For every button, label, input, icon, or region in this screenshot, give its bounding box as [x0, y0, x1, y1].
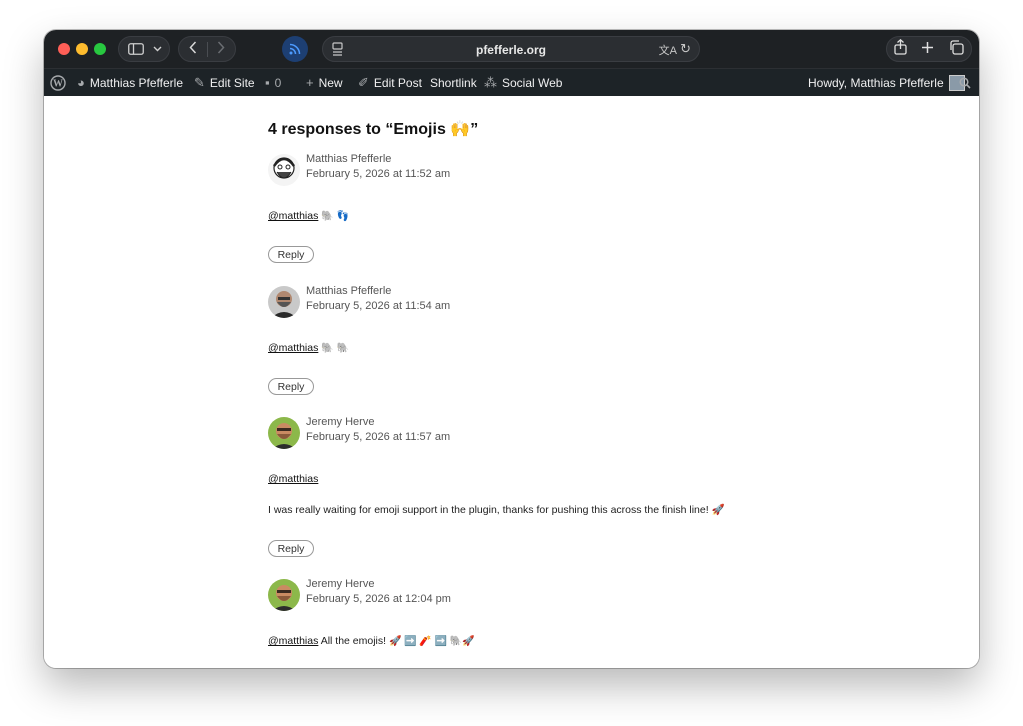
howdy-label: Howdy, Matthias Pfefferle [808, 75, 944, 90]
edit-post-label: Edit Post [373, 75, 422, 90]
new-content-menu[interactable]: + New [306, 69, 343, 96]
dashboard-gauge-icon: ◕ [77, 75, 85, 90]
comment-emojis: 🚀 ➡️ 🧨 ➡️ 🐘🚀 [388, 635, 475, 647]
page-content: 4 responses to “Emojis 🙌” Matthias Pfeff… [44, 96, 979, 668]
social-web-label: Social Web [502, 75, 563, 90]
comment-date[interactable]: February 5, 2026 at 11:54 am [306, 300, 450, 312]
divider [207, 42, 208, 57]
comment-author[interactable]: Matthias Pfefferle [306, 153, 391, 165]
search-icon [959, 76, 971, 89]
translate-icon[interactable]: 文A [659, 42, 677, 58]
edit-site-label: Edit Site [209, 75, 255, 90]
url-text: pfefferle.org [475, 43, 546, 57]
comment-bubble-icon: ▪ [265, 75, 270, 90]
comments-count: 0 [274, 75, 282, 90]
mention-link[interactable]: @matthias [268, 342, 318, 354]
back-button[interactable] [179, 40, 207, 58]
wordpress-admin-bar: W ◕ Matthias Pfefferle ✎ Edit Site ▪ 0 +… [44, 69, 979, 96]
mention-link[interactable]: @matthias [268, 635, 318, 647]
toolbar-actions [886, 36, 972, 62]
comment-emojis: 🐘 🐘 [321, 342, 349, 354]
sidebar-icon [128, 43, 144, 55]
reply-button[interactable]: Reply [268, 540, 314, 557]
mention-link[interactable]: @matthias [268, 210, 318, 222]
maximize-window-button[interactable] [94, 43, 106, 55]
comment-mention-line: @matthias [268, 473, 318, 485]
reply-button[interactable]: Reply [268, 378, 314, 395]
site-name-menu[interactable]: ◕ Matthias Pfefferle [77, 69, 183, 96]
navigation-buttons [178, 36, 236, 62]
plus-icon: + [306, 75, 314, 90]
avatar [268, 417, 300, 449]
fediverse-stars-icon: ⁂ [484, 74, 497, 90]
avatar [268, 579, 300, 611]
comment-author[interactable]: Jeremy Herve [306, 578, 374, 590]
search-button[interactable] [959, 69, 971, 96]
comment-body: All the emojis! [320, 635, 387, 647]
reply-button[interactable]: Reply [268, 246, 314, 263]
wordpress-icon: W [50, 74, 66, 91]
site-name: Matthias Pfefferle [89, 75, 184, 90]
close-window-button[interactable] [58, 43, 70, 55]
brush-icon: ✎ [194, 74, 205, 90]
wordpress-logo-menu[interactable]: W [50, 69, 66, 96]
chevron-left-icon [189, 40, 197, 54]
tab-overview-icon[interactable] [949, 39, 964, 59]
forward-button[interactable] [207, 40, 235, 58]
rss-icon [289, 43, 301, 55]
shortlink-link[interactable]: Shortlink [430, 69, 477, 96]
mention-link[interactable]: @matthias [268, 473, 318, 485]
comment-text: @matthias 🐘 🐘 [268, 342, 349, 354]
comment-text: I was really waiting for emoji support i… [268, 504, 725, 516]
comments-link[interactable]: ▪ 0 [265, 69, 281, 96]
rss-feed-button[interactable] [282, 36, 308, 62]
shortlink-label: Shortlink [430, 75, 477, 90]
comment-author[interactable]: Jeremy Herve [306, 416, 374, 428]
comments-heading: 4 responses to “Emojis 🙌” [268, 121, 479, 138]
avatar [268, 286, 300, 318]
chevron-down-icon [153, 46, 162, 52]
social-web-menu[interactable]: ⁂ Social Web [484, 69, 562, 96]
browser-window: pfefferle.org 文A ↻ W ◕ Matthias Pfefferl… [44, 30, 979, 668]
new-tab-icon[interactable] [921, 41, 934, 58]
comment-emojis: 🐘 👣 [321, 210, 349, 222]
comment-author[interactable]: Matthias Pfefferle [306, 285, 391, 297]
edit-site-link[interactable]: ✎ Edit Site [194, 69, 255, 96]
reload-icon[interactable]: ↻ [680, 41, 691, 57]
my-account-menu[interactable]: Howdy, Matthias Pfefferle [808, 69, 965, 96]
avatar [268, 154, 300, 186]
address-bar[interactable]: pfefferle.org 文A ↻ [322, 36, 700, 62]
edit-post-link[interactable]: ✐ Edit Post [358, 69, 422, 96]
comment-text: @matthias All the emojis! 🚀 ➡️ 🧨 ➡️ 🐘🚀 [268, 635, 475, 647]
pencil-icon: ✐ [358, 74, 369, 90]
comment-date[interactable]: February 5, 2026 at 11:52 am [306, 168, 450, 180]
share-icon[interactable] [894, 38, 907, 59]
comment-text: @matthias 🐘 👣 [268, 210, 349, 222]
chevron-right-icon [217, 40, 225, 54]
sidebar-toggle-button[interactable] [118, 36, 170, 62]
comment-date[interactable]: February 5, 2026 at 12:04 pm [306, 593, 451, 605]
new-label: New [318, 75, 343, 90]
svg-text:W: W [53, 78, 63, 89]
browser-toolbar: pfefferle.org 文A ↻ [44, 30, 979, 69]
comment-date[interactable]: February 5, 2026 at 11:57 am [306, 431, 450, 443]
minimize-window-button[interactable] [76, 43, 88, 55]
